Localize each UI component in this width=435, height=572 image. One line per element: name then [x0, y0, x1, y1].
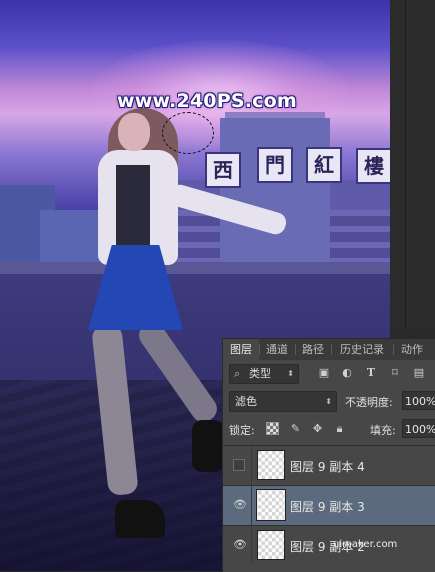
- fill-input[interactable]: 100%: [402, 419, 435, 438]
- filter-kind-value: 类型: [249, 367, 271, 380]
- workspace-background: [390, 0, 435, 330]
- model-shoe-right: [192, 420, 224, 472]
- eye-icon[interactable]: 👁︎: [233, 499, 247, 511]
- sign-char-2: 門: [257, 147, 293, 183]
- tab-layers[interactable]: 图层: [223, 339, 259, 360]
- lock-image-pixels-icon[interactable]: ✎: [289, 422, 302, 435]
- visibility-toggle-off[interactable]: [233, 459, 245, 471]
- site-watermark: uimaker.com: [333, 539, 398, 550]
- image-filter-icon[interactable]: ▣: [318, 367, 330, 379]
- filter-row: ⌕ 类型 ⬍ ▣ ◐ T ⌑ ▤: [223, 361, 435, 387]
- layer-row-selected[interactable]: 👁︎ 图层 9 副本 3: [223, 485, 435, 525]
- fill-label: 填充:: [370, 424, 396, 437]
- layer-thumbnail[interactable]: [257, 450, 285, 480]
- layer-name[interactable]: 图层 9 副本 4: [290, 458, 365, 475]
- blend-row: 滤色 ⬍ 不透明度: 100%: [223, 389, 435, 413]
- lock-all-icon[interactable]: 🔒︎: [333, 422, 346, 435]
- railing-top: [0, 262, 390, 274]
- adjustment-filter-icon[interactable]: ◐: [341, 367, 353, 379]
- column-divider: [251, 526, 252, 565]
- model-face: [118, 113, 150, 151]
- sign-char-1: 西: [205, 152, 241, 188]
- smart-object-filter-icon[interactable]: ▤: [413, 367, 425, 379]
- marquee-selection[interactable]: [162, 112, 214, 154]
- layer-row[interactable]: 图层 9 副本 4: [223, 445, 435, 485]
- eye-icon[interactable]: 👁︎: [233, 539, 247, 551]
- watermark-text: www.240PS.com: [117, 90, 297, 112]
- lock-row: 锁定: ✎ ✥ 🔒︎ 填充: 100%: [223, 417, 435, 441]
- type-filter-icon[interactable]: T: [365, 367, 377, 379]
- opacity-label: 不透明度:: [345, 396, 393, 409]
- layer-thumbnail[interactable]: [256, 489, 286, 521]
- sign-char-4: 樓: [356, 148, 390, 184]
- tab-channels[interactable]: 通道: [260, 339, 294, 360]
- model-shoe-left: [115, 500, 165, 538]
- lock-position-icon[interactable]: ✥: [311, 422, 324, 435]
- opacity-input[interactable]: 100%: [402, 391, 435, 410]
- blend-mode-value: 滤色: [235, 395, 257, 408]
- shape-filter-icon[interactable]: ⌑: [389, 367, 401, 379]
- search-icon: ⌕: [234, 367, 241, 380]
- tab-actions[interactable]: 动作: [394, 339, 430, 360]
- blend-mode-select[interactable]: 滤色 ⬍: [229, 391, 337, 412]
- column-divider: [251, 486, 252, 525]
- updown-arrow-icon: ⬍: [325, 397, 332, 406]
- workspace-divider: [405, 0, 406, 330]
- tab-paths[interactable]: 路径: [296, 339, 330, 360]
- layer-row[interactable]: 👁︎ 图层 9 副本 2: [223, 525, 435, 565]
- column-divider: [251, 446, 252, 485]
- layer-thumbnail[interactable]: [257, 530, 285, 560]
- layer-name[interactable]: 图层 9 副本 3: [290, 498, 365, 515]
- updown-arrow-icon: ⬍: [287, 369, 294, 378]
- layers-panel: 图层 通道 路径 历史记录 动作 ⌕ 类型 ⬍ ▣ ◐ T ⌑ ▤ 滤色 ⬍ 不…: [222, 338, 435, 572]
- lock-transparent-pixels-icon[interactable]: [266, 422, 279, 435]
- filter-kind-select[interactable]: ⌕ 类型 ⬍: [229, 364, 299, 384]
- sign-char-3: 紅: [306, 147, 342, 183]
- tower: [220, 118, 330, 268]
- model-top: [116, 165, 150, 250]
- tab-history[interactable]: 历史记录: [332, 339, 392, 360]
- lock-label: 锁定:: [229, 424, 255, 437]
- panel-tabs: 图层 通道 路径 历史记录 动作: [223, 339, 435, 360]
